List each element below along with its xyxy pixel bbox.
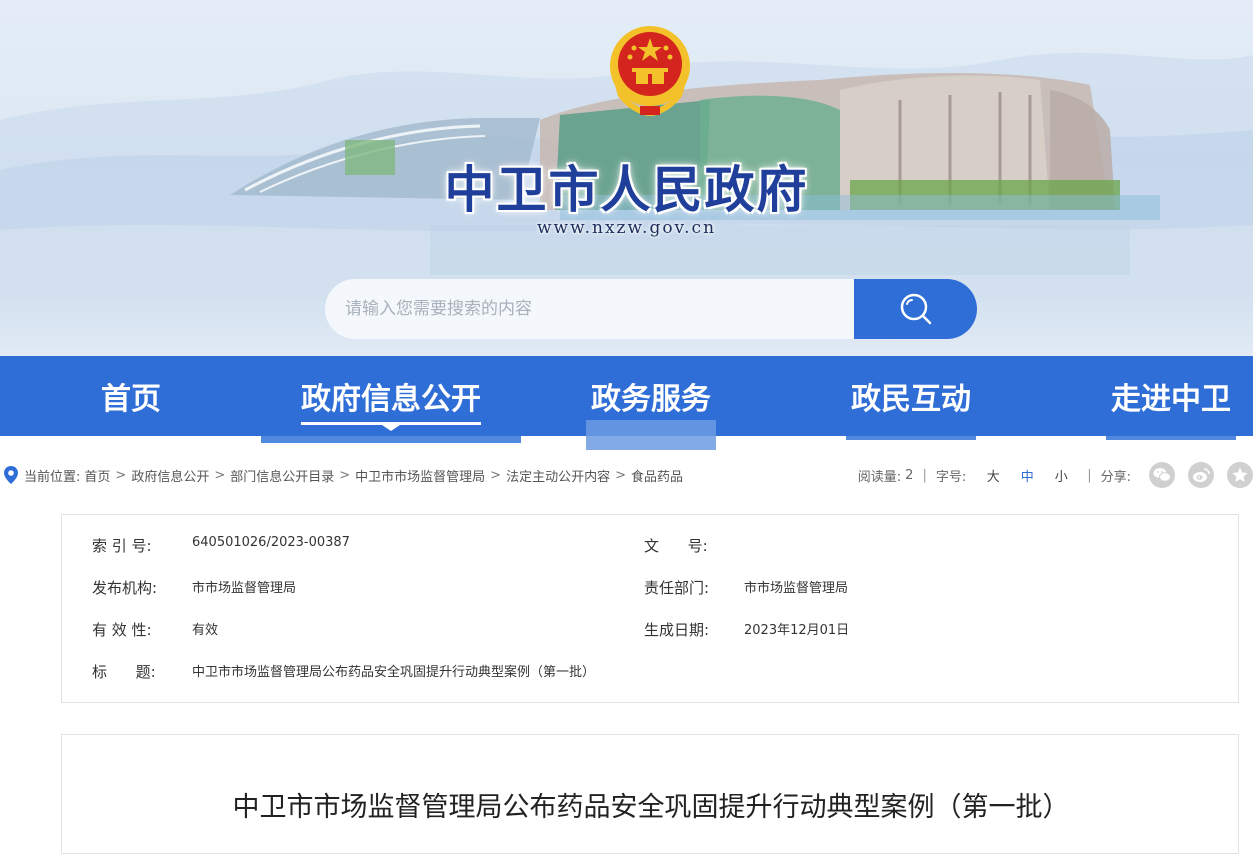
share-label: 分享: xyxy=(1100,469,1131,485)
font-size-label: 字号: xyxy=(935,469,967,485)
nav-subtab-about xyxy=(1106,436,1236,440)
search-bar xyxy=(325,279,977,339)
dept-label: 责任部门: xyxy=(644,579,710,597)
breadcrumb-statutory[interactable]: 法定主动公开内容 xyxy=(506,466,610,485)
nav-active-indicator xyxy=(382,425,400,431)
site-title: 中卫市人民政府 xyxy=(444,160,809,219)
nav-home[interactable]: 首页 xyxy=(71,356,191,436)
index-value: 640501026/2023-00387 xyxy=(192,535,350,550)
breadcrumb-gov-info[interactable]: 政府信息公开 xyxy=(131,466,209,485)
read-count-label: 阅读量: xyxy=(857,469,902,485)
date-value: 2023年12月01日 xyxy=(744,623,850,638)
breadcrumb-separator: > xyxy=(214,467,226,483)
search-input[interactable] xyxy=(345,279,845,339)
nav-subtab-gov-info xyxy=(261,436,521,443)
nav-about[interactable]: 走进中卫 xyxy=(1106,356,1236,436)
location-bar: 当前位置: 首页 > 政府信息公开 > 部门信息公开目录 > 中卫市市场监督管理… xyxy=(0,462,1253,488)
title-value: 中卫市市场监督管理局公布药品安全巩固提升行动典型案例（第一批） xyxy=(192,665,596,680)
font-size-large[interactable]: 大 xyxy=(976,466,1010,485)
location-pin-icon xyxy=(4,466,18,484)
weibo-icon[interactable] xyxy=(1188,462,1214,488)
breadcrumb-separator: > xyxy=(339,467,351,483)
tools-divider: | xyxy=(922,467,927,483)
dept-value: 市市场监督管理局 xyxy=(744,581,849,596)
wechat-icon[interactable] xyxy=(1149,462,1175,488)
publisher-value: 市市场监督管理局 xyxy=(192,581,297,596)
breadcrumb-prefix: 当前位置: xyxy=(24,469,81,485)
header-banner: 中卫市人民政府 www.nxzw.gov.cn xyxy=(0,0,1253,356)
tools-divider: | xyxy=(1087,467,1092,483)
breadcrumb: 当前位置: 首页 > 政府信息公开 > 部门信息公开目录 > 中卫市市场监督管理… xyxy=(4,462,683,488)
nav-gov-info-label: 政府信息公开 xyxy=(301,382,481,417)
article-title: 中卫市市场监督管理局公布药品安全巩固提升行动典型案例（第一批） xyxy=(232,792,1070,823)
date-label: 生成日期: xyxy=(644,621,710,639)
font-size-medium[interactable]: 中 xyxy=(1010,466,1044,485)
search-button[interactable] xyxy=(854,279,977,339)
breadcrumb-market-bureau[interactable]: 中卫市市场监督管理局 xyxy=(355,466,485,485)
document-info-table: 索 引 号: 640501026/2023-00387 文 号: 发布机构: 市… xyxy=(61,514,1239,703)
title-label: 标 题: xyxy=(92,663,156,681)
info-row-title: 标 题: 中卫市市场监督管理局公布药品安全巩固提升行动典型案例（第一批） xyxy=(62,661,1240,685)
breadcrumb-food-drug[interactable]: 食品药品 xyxy=(631,466,683,485)
info-row-index: 索 引 号: 640501026/2023-00387 文 号: xyxy=(62,535,1240,559)
font-size-small[interactable]: 小 xyxy=(1044,466,1078,485)
favorite-icon[interactable] xyxy=(1227,462,1253,488)
nav-home-label: 首页 xyxy=(101,382,161,417)
validity-label: 有 效 性: xyxy=(92,621,152,639)
page-tools: 阅读量: 2 | 字号: 大 中 小 | 分享: xyxy=(858,462,1253,488)
article-container: 中卫市市场监督管理局公布药品安全巩固提升行动典型案例（第一批） xyxy=(61,734,1239,854)
index-label: 索 引 号: xyxy=(92,537,152,555)
breadcrumb-dept-catalog[interactable]: 部门信息公开目录 xyxy=(230,466,334,485)
breadcrumb-separator: > xyxy=(490,467,502,483)
breadcrumb-separator: > xyxy=(615,467,626,483)
info-row-validity: 有 效 性: 有效 生成日期: 2023年12月01日 xyxy=(62,619,1240,643)
nav-gov-info[interactable]: 政府信息公开 xyxy=(261,356,521,436)
breadcrumb-home[interactable]: 首页 xyxy=(84,466,110,485)
read-count-value: 2 xyxy=(905,467,914,483)
publisher-label: 发布机构: xyxy=(92,579,158,597)
docno-label: 文 号: xyxy=(644,537,708,555)
nav-services-label: 政务服务 xyxy=(591,382,711,417)
nav-subtab-services xyxy=(586,420,716,450)
search-icon xyxy=(900,293,931,325)
nav-subtab-interaction xyxy=(846,436,976,440)
validity-value: 有效 xyxy=(192,623,219,638)
national-emblem-icon xyxy=(610,26,690,116)
breadcrumb-separator: > xyxy=(115,467,127,483)
site-url: www.nxzw.gov.cn xyxy=(536,218,717,238)
info-row-publisher: 发布机构: 市市场监督管理局 责任部门: 市市场监督管理局 xyxy=(62,577,1240,601)
nav-about-label: 走进中卫 xyxy=(1111,382,1231,417)
nav-interaction[interactable]: 政民互动 xyxy=(846,356,976,436)
nav-interaction-label: 政民互动 xyxy=(851,382,971,417)
